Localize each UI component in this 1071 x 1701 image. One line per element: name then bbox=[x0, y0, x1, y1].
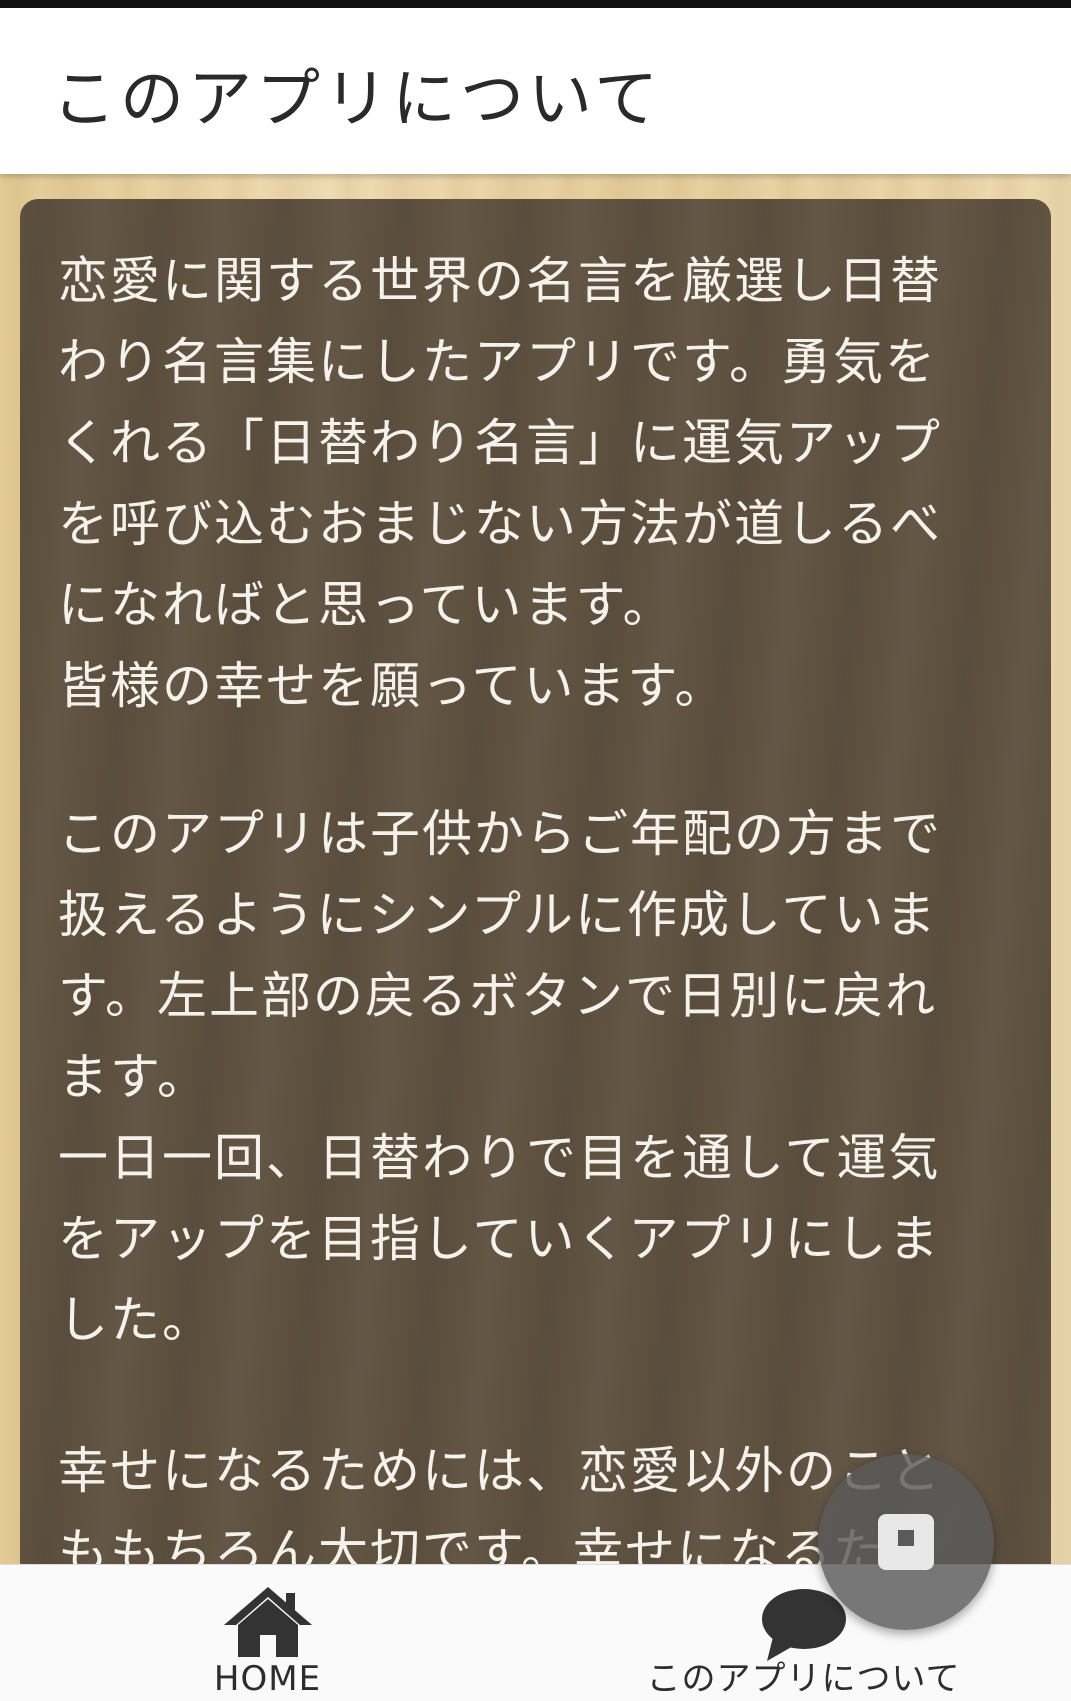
square-icon bbox=[876, 1512, 936, 1576]
about-paragraph-1: 恋愛に関する世界の名言を厳選し日替 わり名言集にしたアプリです。勇気を くれる「… bbox=[58, 252, 942, 715]
nav-item-home[interactable]: HOME bbox=[0, 1565, 535, 1701]
nav-label-home: HOME bbox=[213, 1659, 322, 1699]
nav-item-about[interactable]: このアプリについて bbox=[536, 1565, 1071, 1701]
app-header: このアプリについて bbox=[0, 8, 1071, 174]
about-content-panel[interactable]: 恋愛に関する世界の名言を厳選し日替 わり名言集にしたアプリです。勇気を くれる「… bbox=[20, 199, 1051, 1564]
home-icon bbox=[220, 1585, 316, 1661]
speech-bubble-icon bbox=[759, 1585, 849, 1667]
page-title: このアプリについて bbox=[52, 63, 663, 137]
floating-action-button[interactable] bbox=[818, 1454, 994, 1630]
nav-label-about: このアプリについて bbox=[646, 1659, 961, 1699]
about-paragraph-2: このアプリは子供からご年配の方まで 扱えるようにシンプルに作成していま す。左上… bbox=[58, 805, 942, 1349]
status-bar-strip bbox=[0, 0, 1071, 8]
